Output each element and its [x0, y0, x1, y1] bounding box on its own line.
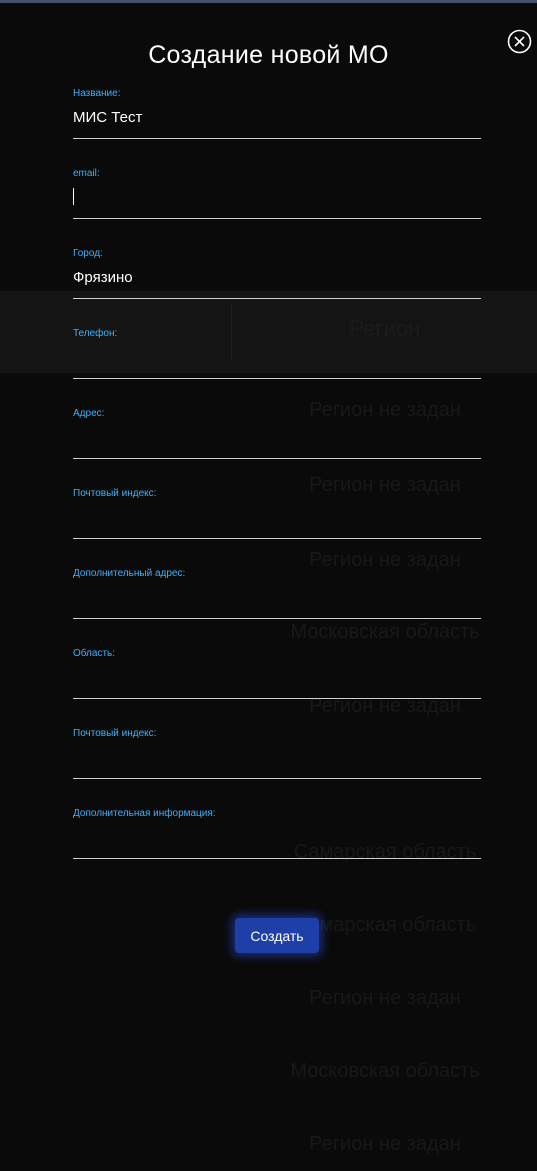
page: Регион Регион не задан Регион не задан Р… — [0, 0, 537, 1171]
postal-code-field-label: Почтовый индекс: — [73, 488, 157, 499]
region-field-underline — [73, 698, 481, 699]
create-button[interactable]: Создать — [235, 918, 319, 953]
additional-info-field: Дополнительная информация: — [73, 808, 481, 868]
modal-title: Создание новой МО — [148, 41, 389, 69]
phone-input[interactable] — [73, 344, 481, 370]
additional-address-field-underline — [73, 618, 481, 619]
phone-field-label: Телефон: — [73, 328, 118, 339]
postal-code-2-input[interactable] — [73, 744, 481, 770]
additional-info-field-underline — [73, 858, 481, 859]
email-field: email: — [73, 168, 481, 228]
name-field-underline — [73, 138, 481, 139]
name-field-label: Название: — [73, 88, 121, 99]
region-input[interactable] — [73, 664, 481, 690]
postal-code-2-field-underline — [73, 778, 481, 779]
postal-code-2-field-label: Почтовый индекс: — [73, 728, 157, 739]
additional-address-field-label: Дополнительный адрес: — [73, 568, 186, 579]
region-field: Область: — [73, 648, 481, 708]
create-mo-modal: Создание новой МО Название: email: Город… — [0, 3, 537, 1171]
name-input[interactable] — [73, 104, 481, 130]
phone-field: Телефон: — [73, 328, 481, 388]
email-field-underline — [73, 218, 481, 219]
region-field-label: Область: — [73, 648, 116, 659]
city-input[interactable] — [73, 264, 481, 290]
address-field-underline — [73, 458, 481, 459]
city-field-underline — [73, 298, 481, 299]
address-input[interactable] — [73, 424, 481, 450]
postal-code-field: Почтовый индекс: — [73, 488, 481, 548]
city-field: Город: — [73, 248, 481, 308]
additional-info-input[interactable] — [73, 824, 481, 850]
close-circle-icon[interactable] — [507, 29, 532, 54]
postal-code-field-2: Почтовый индекс: — [73, 728, 481, 788]
postal-code-field-underline — [73, 538, 481, 539]
additional-address-field: Дополнительный адрес: — [73, 568, 481, 628]
address-field: Адрес: — [73, 408, 481, 468]
postal-code-input[interactable] — [73, 504, 481, 530]
text-caret — [73, 188, 74, 205]
city-field-label: Город: — [73, 248, 103, 259]
email-field-label: email: — [73, 168, 100, 179]
address-field-label: Адрес: — [73, 408, 105, 419]
additional-address-input[interactable] — [73, 584, 481, 610]
name-field: Название: — [73, 88, 481, 148]
additional-info-field-label: Дополнительная информация: — [73, 808, 216, 819]
email-input[interactable] — [73, 184, 481, 210]
phone-field-underline — [73, 378, 481, 379]
